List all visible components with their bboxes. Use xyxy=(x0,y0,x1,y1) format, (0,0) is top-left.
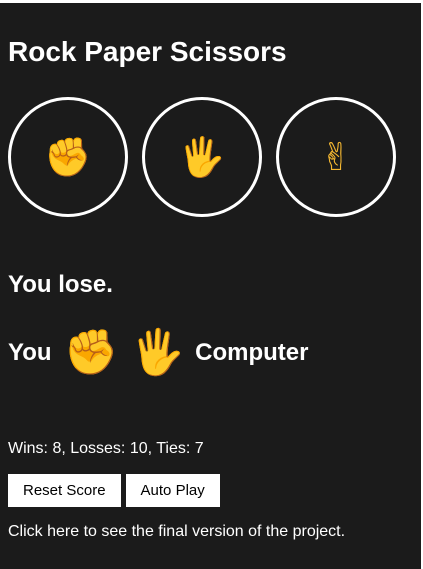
move-buttons: ✊ 🖐 ✌ xyxy=(8,97,396,217)
page-title: Rock Paper Scissors xyxy=(8,36,287,67)
reset-score-button[interactable]: Reset Score xyxy=(8,474,121,507)
final-version-link[interactable]: Click here to see the final version of t… xyxy=(8,522,345,542)
scissors-button[interactable]: ✌ xyxy=(276,97,396,217)
computer-pick-icon: 🖐 xyxy=(130,327,186,378)
action-buttons: Reset Score Auto Play xyxy=(8,474,220,507)
result-text: You lose. xyxy=(8,271,113,298)
paper-button[interactable]: 🖐 xyxy=(142,97,262,217)
game-container: Rock Paper Scissors ✊ 🖐 ✌ You lose. You … xyxy=(0,3,421,569)
scissors-icon: ✌ xyxy=(320,135,352,179)
rock-icon: ✊ xyxy=(44,135,92,179)
score-text: Wins: 8, Losses: 10, Ties: 7 xyxy=(8,440,204,457)
picks-display: You ✊ 🖐 Computer xyxy=(8,323,308,383)
you-pick-icon: ✊ xyxy=(63,327,119,378)
rock-button[interactable]: ✊ xyxy=(8,97,128,217)
you-label: You xyxy=(8,339,52,366)
paper-icon: 🖐 xyxy=(178,135,226,179)
auto-play-button[interactable]: Auto Play xyxy=(125,474,220,507)
computer-label: Computer xyxy=(195,339,309,366)
